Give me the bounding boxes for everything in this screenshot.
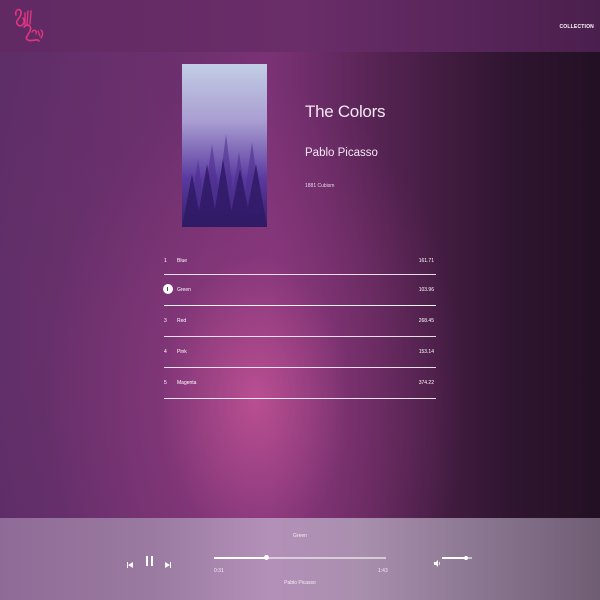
track-number: 4 xyxy=(164,349,167,355)
now-playing-artist[interactable]: Pablo Picasso xyxy=(0,580,600,586)
album-title: The Colors xyxy=(305,102,386,121)
track-name: Magenta xyxy=(177,380,197,386)
time-elapsed: 0:31 xyxy=(214,568,224,574)
progress-handle[interactable] xyxy=(263,555,269,560)
volume-slider[interactable] xyxy=(442,556,472,560)
player-bar: Green 0:31 1:43 Pablo Picasso xyxy=(0,518,600,600)
progress-fill xyxy=(214,557,266,559)
skip-next-button[interactable] xyxy=(165,555,171,568)
track-name: Green xyxy=(177,287,191,293)
track-row[interactable]: 5 Magenta 374.22 xyxy=(164,368,436,399)
track-name: Red xyxy=(177,318,187,324)
forest-fog-cover-image xyxy=(182,64,267,227)
volume-button[interactable] xyxy=(434,554,441,567)
track-number: 1 xyxy=(164,258,167,264)
track-duration: 153.14 xyxy=(418,349,434,355)
skip-previous-button[interactable] xyxy=(127,555,133,568)
pause-circle-icon[interactable] xyxy=(163,284,173,294)
track-number: 3 xyxy=(164,318,167,324)
pause-glyph xyxy=(167,287,168,291)
track-duration: 103.96 xyxy=(418,287,434,293)
volume-fill xyxy=(442,557,466,559)
logo[interactable] xyxy=(10,5,46,47)
track-number: 5 xyxy=(164,380,167,386)
album-meta: 1881 Cubism xyxy=(305,183,335,189)
track-name: Pink xyxy=(177,349,187,355)
track-duration: 161.71 xyxy=(418,258,434,264)
track-row[interactable]: 4 Pink 153.14 xyxy=(164,337,436,368)
header-bar: COLLECTION xyxy=(0,0,600,52)
volume-handle[interactable] xyxy=(464,556,468,560)
music-player-app: COLLECTION The Colors Pablo Picasso 1881… xyxy=(0,0,600,600)
track-name: Blue xyxy=(177,258,188,264)
track-duration: 374.22 xyxy=(418,380,434,386)
tracklist: 1 Blue 161.71 Green 103.96 3 Red 268.45 … xyxy=(163,246,436,399)
logo-script-icon xyxy=(14,8,44,42)
track-row-active[interactable]: Green 103.96 xyxy=(163,275,436,306)
progress-slider[interactable] xyxy=(214,555,386,560)
album-cover xyxy=(182,64,267,227)
now-playing-title: Green xyxy=(293,533,307,539)
album-artist[interactable]: Pablo Picasso xyxy=(305,147,378,159)
skip-next-icon xyxy=(165,562,171,568)
track-row[interactable]: 3 Red 268.45 xyxy=(164,306,436,337)
pause-button[interactable] xyxy=(146,553,153,566)
nav-collection-link[interactable]: COLLECTION xyxy=(560,24,595,30)
track-row[interactable]: 1 Blue 161.71 xyxy=(164,246,436,275)
time-total: 1:43 xyxy=(378,568,388,574)
skip-previous-icon xyxy=(127,562,133,568)
volume-icon xyxy=(434,560,440,567)
pause-icon xyxy=(146,556,153,566)
track-duration: 268.45 xyxy=(418,318,434,324)
